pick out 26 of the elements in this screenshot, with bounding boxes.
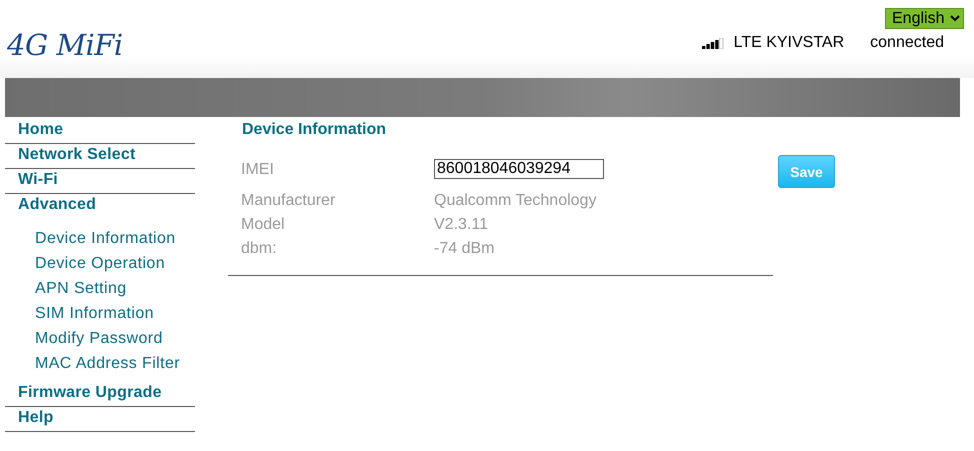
nav-subitem[interactable]: Device Operation	[35, 251, 195, 276]
field-value: -74 dBm	[434, 239, 496, 259]
field-label: IMEI	[241, 160, 275, 180]
imei-field[interactable]: 860018046039294	[434, 159, 604, 179]
network-name: LTE KYIVSTAR	[734, 34, 844, 52]
nav-item[interactable]: Advanced	[5, 194, 195, 218]
language-select[interactable]: English	[885, 8, 964, 29]
nav-subitem[interactable]: MAC Address Filter	[35, 351, 195, 376]
nav-item[interactable]: Network Select	[5, 144, 195, 169]
nav-item[interactable]: Firmware Upgrade	[5, 382, 195, 407]
signal-icon	[702, 38, 724, 48]
nav-subitem[interactable]: Modify Password	[35, 326, 195, 351]
connection-status: connected	[870, 34, 944, 52]
nav-subitem[interactable]: Device Information	[35, 226, 195, 251]
field-value: V2.3.11	[434, 215, 489, 235]
nav-item[interactable]: Home	[5, 119, 195, 144]
nav-subitem[interactable]: APN Setting	[35, 276, 195, 301]
field-label: Manufacturer	[241, 191, 336, 211]
field-label: Model	[241, 215, 286, 235]
nav-item[interactable]: Wi-Fi	[5, 169, 195, 194]
field-value: Qualcomm Technology	[434, 191, 598, 211]
nav-subitem[interactable]: SIM Information	[35, 301, 195, 326]
section-title: Device Information	[241, 120, 388, 139]
logo: 4G MiFi	[6, 27, 123, 64]
field-label: dbm:	[241, 239, 278, 259]
nav-item[interactable]: Help	[5, 407, 195, 432]
